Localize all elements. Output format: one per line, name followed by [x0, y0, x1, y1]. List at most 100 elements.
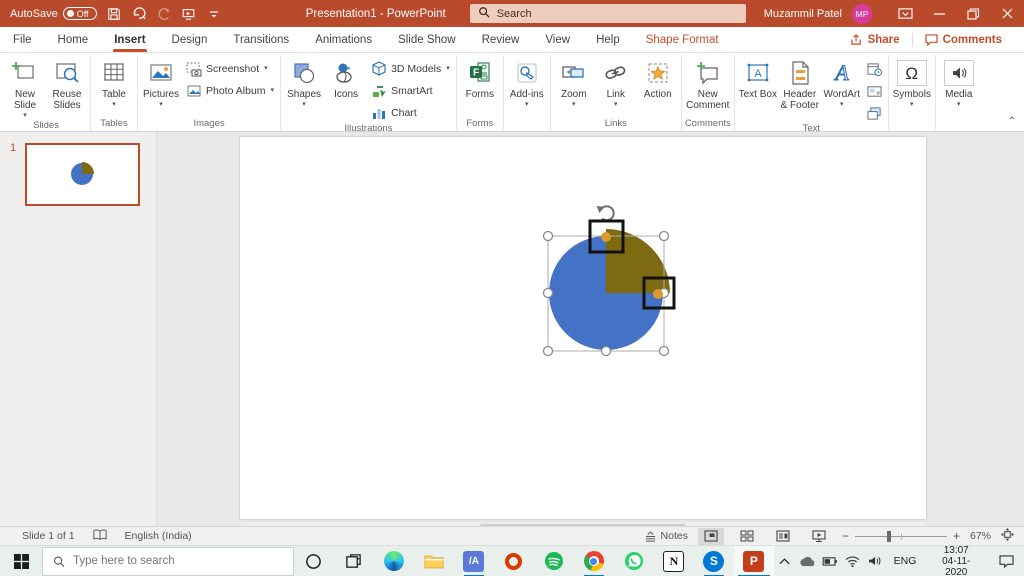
language-label[interactable]: English (India) — [125, 530, 192, 542]
task-view-icon[interactable] — [334, 546, 374, 576]
zoom-button[interactable]: Zoom▾ — [554, 57, 594, 108]
action-center-icon[interactable] — [990, 546, 1024, 576]
autosave-switch-icon[interactable]: Off — [63, 7, 97, 20]
tab-animations[interactable]: Animations — [302, 27, 385, 52]
ribbon-display-options-icon[interactable] — [888, 0, 922, 27]
smartart-icon — [371, 83, 387, 99]
media-button[interactable]: Media▾ — [939, 57, 979, 108]
spotify-icon[interactable] — [534, 546, 574, 576]
tab-transitions[interactable]: Transitions — [220, 27, 302, 52]
minimize-button[interactable] — [922, 0, 956, 27]
date-time-button[interactable] — [864, 59, 885, 79]
shapes-button[interactable]: Shapes▾ — [284, 57, 324, 108]
onedrive-cloud-icon[interactable] — [797, 546, 818, 576]
3d-models-button[interactable]: 3D Models▾ — [368, 59, 453, 79]
redo-icon[interactable] — [156, 6, 172, 22]
clock[interactable]: 13:07 04-11-2020 — [924, 545, 988, 576]
tab-design[interactable]: Design — [159, 27, 221, 52]
slide-sorter-view-button[interactable] — [734, 528, 760, 545]
adjust-handle-top[interactable] — [601, 232, 611, 242]
avatar[interactable]: MP — [852, 4, 872, 24]
video-editor-app-icon[interactable]: /A — [454, 546, 494, 576]
new-slide-button[interactable]: New Slide▾ — [5, 57, 45, 119]
zoom-out-icon[interactable]: − — [842, 529, 849, 543]
slide-thumbnail[interactable] — [25, 143, 140, 206]
action-button[interactable]: Action — [638, 57, 678, 100]
office-icon[interactable] — [494, 546, 534, 576]
customize-quick-access-icon[interactable] — [206, 6, 222, 22]
tab-review[interactable]: Review — [469, 27, 533, 52]
zoom-in-icon[interactable]: + — [953, 529, 960, 543]
zoom-slider-thumb[interactable] — [887, 531, 891, 542]
whatsapp-icon[interactable] — [614, 546, 654, 576]
screenshot-button[interactable]: Screenshot▾ — [183, 59, 277, 79]
pictures-icon — [148, 60, 174, 86]
slide-number-button[interactable]: # — [864, 81, 885, 101]
tray-chevron-icon[interactable] — [774, 546, 795, 576]
battery-icon[interactable] — [819, 546, 840, 576]
autosave-toggle[interactable]: AutoSave Off — [10, 7, 97, 20]
tab-shape-format[interactable]: Shape Format — [633, 27, 732, 52]
notion-icon[interactable]: N — [654, 546, 694, 576]
collapse-ribbon-icon[interactable]: ⌃ — [1008, 116, 1016, 127]
wordart-button[interactable]: A WordArt▾ — [822, 57, 862, 108]
wifi-icon[interactable] — [842, 546, 863, 576]
zoom-slider[interactable]: − + — [842, 529, 960, 543]
header-footer-button[interactable]: Header & Footer — [780, 57, 820, 111]
reuse-slides-button[interactable]: Reuse Slides — [47, 57, 87, 111]
share-button[interactable]: Share — [842, 32, 908, 48]
tab-help[interactable]: Help — [583, 27, 633, 52]
language-indicator[interactable]: ENG — [888, 555, 923, 567]
add-ins-button[interactable]: Add-ins▾ — [507, 57, 547, 108]
taskbar-search-input[interactable] — [73, 555, 283, 567]
smartart-button[interactable]: SmartArt — [368, 81, 453, 101]
powerpoint-icon[interactable]: P — [734, 546, 774, 576]
fit-slide-icon[interactable] — [1001, 528, 1014, 544]
normal-view-button[interactable] — [698, 528, 724, 545]
search-input[interactable] — [497, 8, 738, 20]
new-comment-button[interactable]: New Comment — [685, 57, 731, 111]
user-name[interactable]: Muzammil Patel — [764, 8, 842, 20]
link-button[interactable]: Link▾ — [596, 57, 636, 108]
file-explorer-icon[interactable] — [414, 546, 454, 576]
undo-icon[interactable] — [131, 6, 147, 22]
zoom-level-label[interactable]: 67% — [970, 530, 991, 542]
new-comment-icon — [695, 60, 721, 86]
tab-file[interactable]: File — [0, 27, 45, 52]
comments-button[interactable]: Comments — [917, 32, 1010, 48]
reading-view-button[interactable] — [770, 528, 796, 545]
chart-button[interactable]: Chart — [368, 103, 453, 123]
save-icon[interactable] — [106, 6, 122, 22]
svg-text:F: F — [473, 68, 479, 79]
rotate-handle-icon[interactable] — [597, 206, 614, 220]
cortana-icon[interactable] — [294, 546, 334, 576]
icons-button[interactable]: Icons — [326, 57, 366, 100]
slideshow-view-button[interactable] — [806, 528, 832, 545]
slide-canvas[interactable] — [240, 137, 926, 519]
table-button[interactable]: Table▾ — [94, 57, 134, 108]
text-box-button[interactable]: A Text Box — [738, 57, 778, 100]
tab-home[interactable]: Home — [45, 27, 102, 52]
tab-view[interactable]: View — [532, 27, 583, 52]
restore-button[interactable] — [956, 0, 990, 27]
symbols-button[interactable]: Ω Symbols▾ — [892, 57, 932, 108]
close-button[interactable] — [990, 0, 1024, 27]
photo-album-button[interactable]: Photo Album▾ — [183, 81, 277, 101]
tab-slide-show[interactable]: Slide Show — [385, 27, 469, 52]
thumbnail-pie-shape — [27, 145, 138, 204]
skype-icon[interactable]: S — [694, 546, 734, 576]
start-from-beginning-icon[interactable] — [181, 6, 197, 22]
adjust-handle-right[interactable] — [653, 289, 663, 299]
chrome-icon[interactable] — [574, 546, 614, 576]
start-button[interactable] — [0, 546, 42, 576]
volume-icon[interactable] — [865, 546, 886, 576]
object-button[interactable] — [864, 103, 885, 123]
edge-icon[interactable] — [374, 546, 414, 576]
taskbar-search-box[interactable] — [42, 547, 294, 576]
pictures-button[interactable]: Pictures▾ — [141, 57, 181, 108]
tab-insert[interactable]: Insert — [101, 27, 158, 52]
notes-button[interactable]: Notes — [644, 530, 688, 542]
forms-button[interactable]: F Forms — [460, 57, 500, 100]
ribbon-search-box[interactable] — [470, 4, 746, 23]
spellcheck-book-icon[interactable] — [93, 529, 107, 544]
